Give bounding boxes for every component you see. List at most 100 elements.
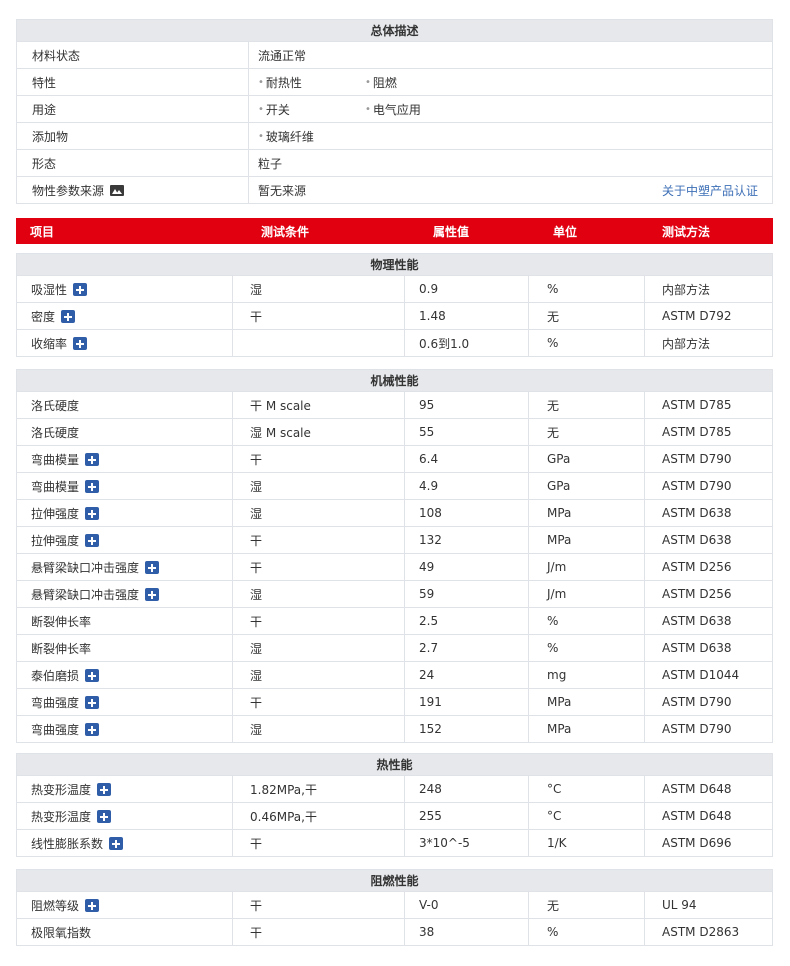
header-condition: 测试条件 <box>261 224 310 239</box>
test-method: ASTM D638 <box>644 635 774 661</box>
property-item: 泰伯磨损 <box>17 662 232 688</box>
property-value: 3*10^-5 <box>404 830 528 856</box>
property-value: V-0 <box>404 892 528 918</box>
test-condition: 干 <box>232 892 404 918</box>
property-value: 2.7 <box>404 635 528 661</box>
test-condition: 1.82MPa,干 <box>232 776 404 802</box>
overview-row-form: 形态 粒子 <box>17 150 772 177</box>
header-value: 属性值 <box>433 224 470 239</box>
test-condition <box>232 330 404 356</box>
section-title: 热性能 <box>17 754 772 776</box>
feature-tag[interactable]: 耐热性 <box>258 74 302 91</box>
property-unit: 无 <box>528 419 644 445</box>
test-method: ASTM D2863 <box>644 919 774 945</box>
row-value: 开关 电气应用 <box>248 96 774 122</box>
test-condition: 干 <box>232 689 404 715</box>
add-compare-icon[interactable] <box>109 836 124 850</box>
property-name: 断裂伸长率 <box>31 614 92 629</box>
usage-tag[interactable]: 电气应用 <box>365 101 421 118</box>
test-method: ASTM D785 <box>644 419 774 445</box>
property-item: 拉伸强度 <box>17 500 232 526</box>
row-value: 暂无来源 关于中塑产品认证 <box>248 177 774 203</box>
feature-tag[interactable]: 阻燃 <box>365 74 397 91</box>
source-value: 暂无来源 <box>258 183 307 198</box>
property-name: 悬臂梁缺口冲击强度 <box>31 560 140 575</box>
add-compare-icon[interactable] <box>73 282 88 296</box>
property-item: 阻燃等级 <box>17 892 232 918</box>
test-method: ASTM D648 <box>644 776 774 802</box>
test-condition: 湿 <box>232 276 404 302</box>
add-compare-icon[interactable] <box>85 898 100 912</box>
property-value: 4.9 <box>404 473 528 499</box>
add-compare-icon[interactable] <box>145 560 160 574</box>
property-row: 悬臂梁缺口冲击强度 干 49 J/m ASTM D256 <box>17 554 772 581</box>
overview-row-additive: 添加物 玻璃纤维 <box>17 123 772 150</box>
test-method: UL 94 <box>644 892 774 918</box>
add-compare-icon[interactable] <box>85 533 100 547</box>
add-compare-icon[interactable] <box>145 587 160 601</box>
test-method: 内部方法 <box>644 276 774 302</box>
test-condition: 湿 <box>232 473 404 499</box>
test-condition: 湿 <box>232 581 404 607</box>
property-unit: 无 <box>528 303 644 329</box>
property-value: 24 <box>404 662 528 688</box>
property-unit: % <box>528 276 644 302</box>
property-name: 拉伸强度 <box>31 533 80 548</box>
property-value: 1.48 <box>404 303 528 329</box>
property-name: 极限氧指数 <box>31 925 92 940</box>
row-label: 材料状态 <box>32 48 81 63</box>
test-method: ASTM D790 <box>644 446 774 472</box>
row-label: 添加物 <box>32 129 69 144</box>
property-name: 弯曲强度 <box>31 722 80 737</box>
add-compare-icon[interactable] <box>85 506 100 520</box>
property-row: 弯曲强度 干 191 MPa ASTM D790 <box>17 689 772 716</box>
add-compare-icon[interactable] <box>85 695 100 709</box>
section-title: 物理性能 <box>17 254 772 276</box>
image-icon[interactable] <box>110 184 125 196</box>
add-compare-icon[interactable] <box>85 452 100 466</box>
certification-link[interactable]: 关于中塑产品认证 <box>662 182 758 199</box>
add-compare-icon[interactable] <box>97 782 112 796</box>
property-unit: % <box>528 635 644 661</box>
test-condition: 干 <box>232 830 404 856</box>
test-condition: 干 M scale <box>232 392 404 418</box>
add-compare-icon[interactable] <box>85 479 100 493</box>
property-value: 132 <box>404 527 528 553</box>
property-row: 断裂伸长率 湿 2.7% ASTM D638 <box>17 635 772 662</box>
property-row: 悬臂梁缺口冲击强度 湿 59 J/m ASTM D256 <box>17 581 772 608</box>
property-row: 洛氏硬度 干 M scale 95 无 ASTM D785 <box>17 392 772 419</box>
test-method: 内部方法 <box>644 330 774 356</box>
test-method: ASTM D1044 <box>644 662 774 688</box>
usage-tag[interactable]: 开关 <box>258 101 290 118</box>
property-unit: J/m <box>528 554 644 580</box>
additive-tag[interactable]: 玻璃纤维 <box>258 128 314 145</box>
property-item: 悬臂梁缺口冲击强度 <box>17 554 232 580</box>
add-compare-icon[interactable] <box>61 309 76 323</box>
property-item: 弯曲强度 <box>17 716 232 742</box>
property-item: 弯曲模量 <box>17 473 232 499</box>
add-compare-icon[interactable] <box>73 336 88 350</box>
property-name: 吸湿性 <box>31 282 68 297</box>
property-item: 热变形温度 <box>17 776 232 802</box>
property-value: 0.6到1.0 <box>404 330 528 356</box>
section-physical: 物理性能 吸湿性湿 0.9% 内部方法 密度干 1.48 无 ASTM D792 收缩率 0.6到… <box>16 253 773 357</box>
property-unit: GPa <box>528 473 644 499</box>
property-item: 拉伸强度 <box>17 527 232 553</box>
add-compare-icon[interactable] <box>97 809 112 823</box>
property-item: 弯曲模量 <box>17 446 232 472</box>
test-method: ASTM D256 <box>644 554 774 580</box>
property-unit: J/m <box>528 581 644 607</box>
property-item: 断裂伸长率 <box>17 608 232 634</box>
property-value: 2.5 <box>404 608 528 634</box>
add-compare-icon[interactable] <box>85 668 100 682</box>
source-label: 物性参数来源 <box>32 183 105 198</box>
property-item: 洛氏硬度 <box>17 419 232 445</box>
header-item: 项目 <box>30 224 55 239</box>
row-value: 耐热性 阻燃 <box>248 69 774 95</box>
test-condition: 湿 <box>232 662 404 688</box>
property-item: 洛氏硬度 <box>17 392 232 418</box>
row-label: 形态 <box>32 156 57 171</box>
property-name: 拉伸强度 <box>31 506 80 521</box>
property-row: 弯曲模量 湿 4.9 GPa ASTM D790 <box>17 473 772 500</box>
add-compare-icon[interactable] <box>85 722 100 736</box>
